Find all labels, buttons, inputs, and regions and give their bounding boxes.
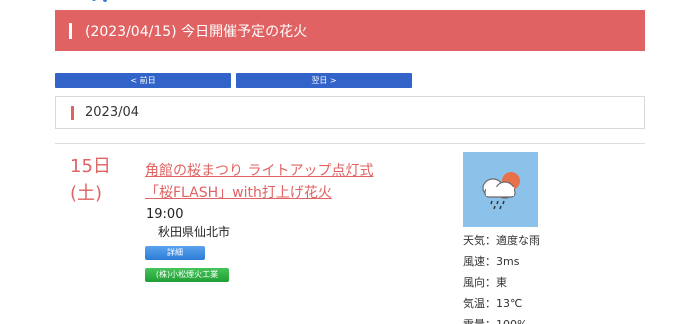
event-title-link[interactable]: 角館の桜まつり ライトアップ点灯式 「桜FLASH」with打上げ花火 bbox=[145, 160, 445, 204]
event-time: 19:00 bbox=[146, 207, 184, 222]
site-logo-icon bbox=[92, 0, 107, 2]
wind-direction: 風向：東 bbox=[463, 276, 507, 289]
weather-condition: 天気：適度な雨 bbox=[463, 234, 540, 247]
event-title-line1[interactable]: 角館の桜まつり ライトアップ点灯式 bbox=[145, 160, 445, 182]
cloud-cover: 雲量：100% bbox=[463, 316, 527, 324]
event-date: 15日 (土) bbox=[70, 153, 130, 207]
page-title: (2023/04/15) 今日開催予定の花火 bbox=[85, 23, 308, 40]
detail-button[interactable]: 詳細 bbox=[145, 246, 205, 260]
month-header: 2023/04 bbox=[55, 96, 645, 129]
event-day: 15日 bbox=[70, 156, 111, 177]
month-label: 2023/04 bbox=[85, 105, 140, 120]
temperature: 気温：13℃ bbox=[463, 297, 523, 310]
company-tag-button[interactable]: (株)小松煙火工業 bbox=[145, 268, 229, 282]
previous-day-button[interactable]: < 前日 bbox=[55, 73, 231, 88]
cloud-rain-sun-icon bbox=[482, 172, 520, 210]
event-weekday: (土) bbox=[70, 183, 103, 204]
page-title-banner: (2023/04/15) 今日開催予定の花火 bbox=[55, 10, 645, 51]
next-day-button[interactable]: 翌日 > bbox=[236, 73, 412, 88]
wind-speed: 風速：3ms bbox=[463, 255, 520, 268]
weather-image bbox=[463, 152, 538, 227]
banner-accent-bar bbox=[69, 22, 72, 39]
event-place: 秋田県仙北市 bbox=[158, 225, 231, 239]
event-title-line2[interactable]: 「桜FLASH」with打上げ花火 bbox=[145, 182, 445, 204]
month-accent-bar bbox=[71, 105, 74, 120]
fireworks-schedule-page: (2023/04/15) 今日開催予定の花火 < 前日 翌日 > 2023/04… bbox=[0, 0, 700, 324]
divider bbox=[55, 143, 645, 144]
